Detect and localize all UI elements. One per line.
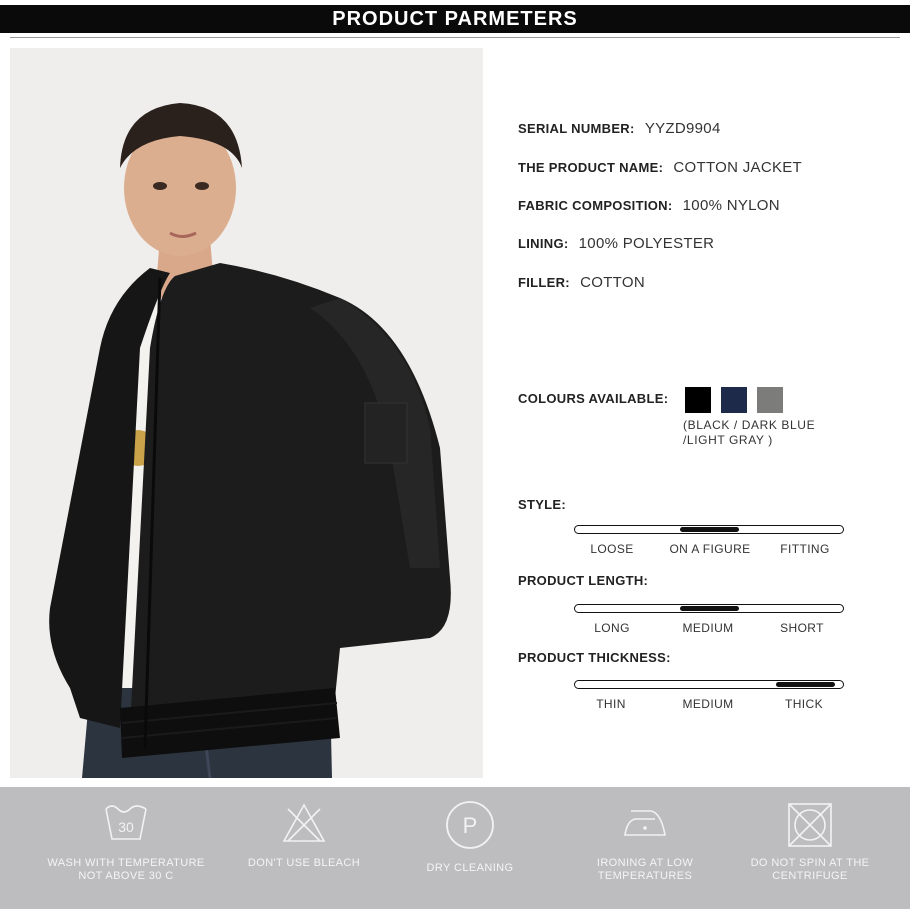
spec-value: 100% POLYESTER <box>578 235 715 252</box>
no-spin-icon <box>786 801 834 854</box>
swatch-light-gray[interactable] <box>757 387 783 413</box>
iron-low-icon <box>621 801 669 850</box>
spec-label: THE PRODUCT NAME: <box>518 160 664 175</box>
care-text-line: TEMPERATURES <box>597 870 693 882</box>
thickness-tick-thin: THIN <box>596 697 626 711</box>
spec-fabric-composition: FABRIC COMPOSITION: 100% NYLON <box>518 197 780 214</box>
spec-label: SERIAL NUMBER: <box>518 121 635 136</box>
length-tick-long: LONG <box>594 621 630 635</box>
spec-value: COTTON <box>580 274 645 291</box>
colours-label: COLOURS AVAILABLE: <box>518 391 669 406</box>
thickness-scale-indicator <box>776 682 835 687</box>
spec-value: YYZD9904 <box>644 120 721 137</box>
spec-label: FILLER: <box>518 275 570 290</box>
care-text-line: CENTRIFUGE <box>772 870 848 882</box>
care-text-line: DO NOT SPIN AT THE <box>750 857 870 869</box>
thickness-tick-thick: THICK <box>785 697 823 711</box>
care-text: DRY CLEANING <box>380 862 560 875</box>
length-scale-indicator <box>680 606 739 611</box>
care-text: DO NOT SPIN AT THE CENTRIFUGE <box>720 857 900 883</box>
page-title: PRODUCT PARMETERS <box>332 7 578 30</box>
header-banner: PRODUCT PARMETERS <box>0 5 910 33</box>
care-text-line: WASH WITH TEMPERATURE <box>47 857 205 869</box>
swatch-dark-blue[interactable] <box>721 387 747 413</box>
style-tick-loose: LOOSE <box>590 542 634 556</box>
model-jacket-illustration <box>10 48 483 778</box>
spec-serial-number: SERIAL NUMBER: YYZD9904 <box>518 120 721 137</box>
colours-note-line: (BLACK / DARK BLUE <box>683 418 816 432</box>
swatch-black[interactable] <box>685 387 711 413</box>
spec-product-name: THE PRODUCT NAME: COTTON JACKET <box>518 159 802 176</box>
care-text: IRONING AT LOW TEMPERATURES <box>555 857 735 883</box>
thickness-label: PRODUCT THICKNESS: <box>518 650 671 665</box>
colours-note: (BLACK / DARK BLUE /LIGHT GRAY ) <box>683 418 843 448</box>
wash-30-icon: 30 <box>102 801 150 850</box>
care-text: DON'T USE BLEACH <box>214 857 394 870</box>
style-scale-indicator <box>680 527 739 532</box>
spec-filler: FILLER: COTTON <box>518 274 645 291</box>
product-photo <box>10 48 483 778</box>
dry-cleaning-letter: P <box>463 813 478 838</box>
dry-cleaning-icon: P <box>444 799 496 856</box>
no-bleach-icon <box>280 801 328 850</box>
spec-label: FABRIC COMPOSITION: <box>518 198 673 213</box>
length-tick-short: SHORT <box>780 621 824 635</box>
style-scale-track <box>574 525 844 534</box>
care-instructions-band: 30 WASH WITH TEMPERATURE NOT ABOVE 30 C … <box>0 787 910 909</box>
spec-label: LINING: <box>518 236 569 251</box>
spec-value: COTTON JACKET <box>673 159 803 176</box>
care-text-line: DON'T USE BLEACH <box>247 857 361 869</box>
style-tick-on-a-figure: ON A FIGURE <box>669 542 751 556</box>
care-text-line: IRONING AT LOW <box>596 857 694 869</box>
thickness-tick-medium: MEDIUM <box>682 697 734 711</box>
style-tick-fitting: FITTING <box>780 542 830 556</box>
care-text-line: NOT ABOVE 30 C <box>78 870 174 882</box>
colours-note-line: /LIGHT GRAY ) <box>683 433 773 447</box>
spec-lining: LINING: 100% POLYESTER <box>518 235 714 252</box>
length-label: PRODUCT LENGTH: <box>518 573 649 588</box>
wash-temperature-number: 30 <box>118 819 134 835</box>
style-label: STYLE: <box>518 497 567 512</box>
care-text-line: DRY CLEANING <box>426 862 514 874</box>
care-text: WASH WITH TEMPERATURE NOT ABOVE 30 C <box>36 857 216 883</box>
length-scale-track <box>574 604 844 613</box>
header-divider <box>10 37 900 38</box>
spec-value: 100% NYLON <box>682 197 780 214</box>
length-tick-medium: MEDIUM <box>682 621 734 635</box>
thickness-scale-track <box>574 680 844 689</box>
